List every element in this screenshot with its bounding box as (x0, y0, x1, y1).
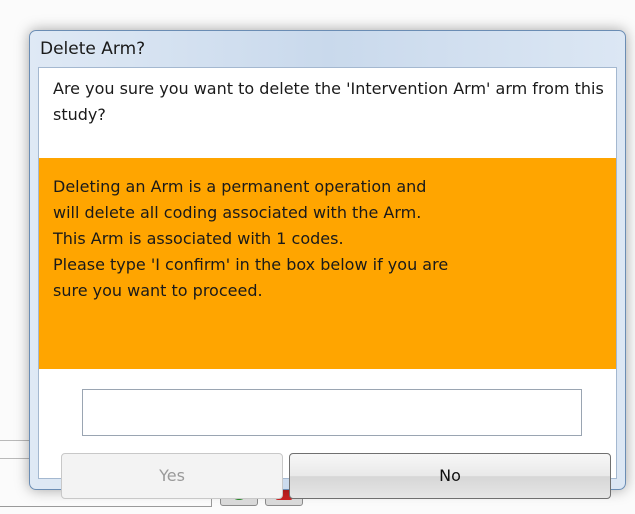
confirmation-question: Are you sure you want to delete the 'Int… (53, 79, 604, 124)
warning-line: will delete all coding associated with t… (53, 203, 422, 222)
yes-button[interactable]: Yes (61, 453, 283, 499)
warning-line: Please type 'I confirm' in the box below… (53, 255, 449, 274)
warning-line: Deleting an Arm is a permanent operation… (53, 177, 427, 196)
dialog-content: Are you sure you want to delete the 'Int… (38, 67, 617, 499)
warning-line: sure you want to proceed. (53, 281, 263, 300)
warning-line: This Arm is associated with 1 codes. (53, 229, 344, 248)
warning-panel: Deleting an Arm is a permanent operation… (39, 158, 616, 369)
confirm-text-input[interactable] (82, 389, 582, 436)
dialog-title: Delete Arm? (40, 39, 146, 59)
delete-arm-dialog: Delete Arm? Are you sure you want to del… (29, 30, 626, 499)
no-button[interactable]: No (289, 453, 611, 499)
